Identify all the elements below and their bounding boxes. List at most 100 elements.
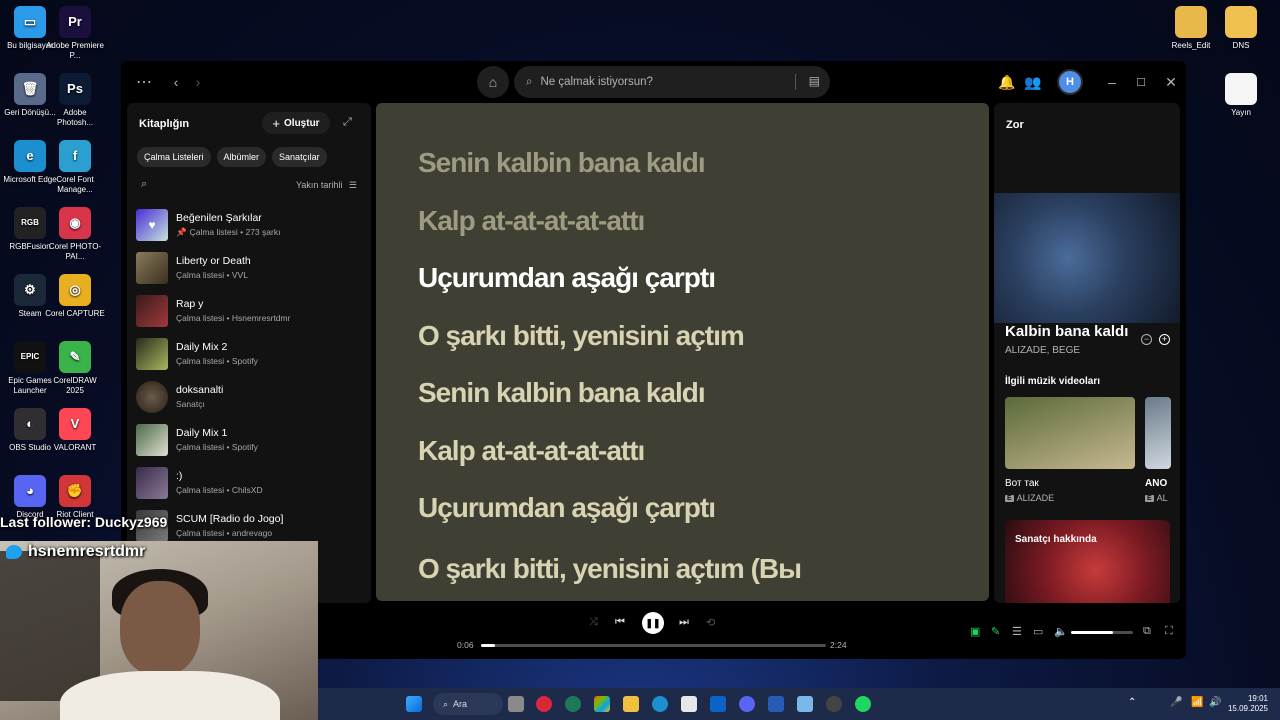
search-bar[interactable]: ⌕ Ne çalmak istiyorsun? ▤ (514, 66, 830, 98)
library-search-icon[interactable]: ⌕ (141, 178, 147, 191)
playlist-cover (136, 466, 168, 499)
forward-arrow-icon[interactable]: › (191, 73, 205, 91)
minimize-icon[interactable]: – (1105, 73, 1119, 91)
desktop-shortcut[interactable]: ◉ Corel PHOTO-PAI... (45, 207, 105, 262)
wifi-icon[interactable]: 📶 (1191, 697, 1203, 708)
sort-control[interactable]: Yakın tarihli ☰ (296, 180, 357, 191)
lyric-line[interactable]: Senin kalbin bana kaldı (418, 147, 706, 179)
file-explorer-icon[interactable] (623, 696, 639, 712)
task-view-icon[interactable] (508, 696, 524, 712)
shuffle-icon[interactable]: ⤨ (589, 616, 598, 629)
pause-button[interactable]: ❚❚ (642, 612, 664, 634)
folder-icon (1175, 6, 1207, 38)
microsoft-365-icon[interactable] (594, 696, 610, 712)
video-artist-name[interactable]: AL (1157, 493, 1168, 503)
library-item[interactable]: Daily Mix 2 Çalma listesi • Spotify (136, 332, 366, 375)
video-artist-name[interactable]: ALIZADE (1017, 493, 1055, 503)
lyrics-icon[interactable]: ✎ (991, 625, 1000, 638)
library-item[interactable]: Liberty or Death Çalma listesi • VVL (136, 246, 366, 289)
desktop-shortcut[interactable]: V VALORANT (45, 408, 105, 453)
speaker-icon[interactable]: 🔊 (1209, 697, 1221, 708)
library-item-subtitle-text: Sanatçı (176, 399, 205, 409)
lyric-line[interactable]: Kalp at-at-at-at-attı (418, 205, 645, 237)
track-title[interactable]: Kalbin bana kaldı (1005, 323, 1128, 340)
microphone-icon[interactable]: 🎤 (1170, 697, 1182, 708)
fullscreen-icon[interactable]: ⛶ (1165, 625, 1173, 638)
connect-device-icon[interactable]: ▭ (1033, 625, 1043, 638)
bell-icon[interactable]: 🔔 (998, 73, 1015, 91)
more-options-icon[interactable]: ⋯ (135, 73, 153, 91)
close-icon[interactable]: ✕ (1164, 73, 1178, 91)
opera-icon[interactable] (536, 696, 552, 712)
now-playing-panel: Zor Kalbin bana kaldı ALIZADE, BEGE − + … (994, 103, 1180, 603)
spotify-icon[interactable] (855, 696, 871, 712)
library-item[interactable]: Daily Mix 1 Çalma listesi • Spotify (136, 418, 366, 461)
chip-albums[interactable]: Albümler (216, 147, 267, 167)
back-arrow-icon[interactable]: ‹ (169, 73, 183, 91)
remove-circle-icon[interactable]: − (1141, 334, 1152, 345)
chip-playlists[interactable]: Çalma Listeleri (137, 147, 211, 167)
discord-icon[interactable] (739, 696, 755, 712)
add-circle-icon[interactable]: + (1159, 334, 1170, 345)
desktop-shortcut[interactable]: ◎ Corel CAPTURE (45, 274, 105, 319)
store-icon[interactable] (681, 696, 697, 712)
queue-icon[interactable]: ☰ (1012, 625, 1022, 638)
lyric-line[interactable]: O şarkı bitti, yenisini açtım (418, 320, 745, 352)
tray-chevron-icon[interactable]: ⌃ (1128, 697, 1136, 708)
search-icon: ⌕ (443, 698, 449, 709)
desktop-shortcut[interactable]: Pr Adobe Premiere P... (45, 6, 105, 61)
volume-icon[interactable]: 🔈 (1054, 625, 1068, 638)
video-thumbnail[interactable] (1005, 397, 1135, 469)
about-artist-card[interactable]: Sanatçı hakkında (1005, 520, 1170, 603)
monitor-icon: ▭ (14, 6, 46, 38)
home-button[interactable]: ⌂ (477, 66, 509, 98)
browse-icon[interactable]: ▤ (809, 74, 820, 88)
lyric-line[interactable]: Uçurumdan aşağı çarptı (418, 262, 716, 294)
library-item-subtitle-text: Çalma listesi • Hsnemresrtdmr (176, 313, 291, 323)
lyric-line[interactable]: Uçurumdan aşağı çarptı (418, 492, 716, 524)
taskbar-clock[interactable]: 19:01 15.09.2025 (1228, 694, 1268, 714)
lyric-line[interactable]: O şarkı bitti, yenisini açtım (Вы (418, 553, 802, 585)
desktop-shortcut[interactable]: ✎ CorelDRAW 2025 (45, 341, 105, 396)
lyric-line[interactable]: Senin kalbin bana kaldı (418, 377, 706, 409)
avatar[interactable]: H (1057, 69, 1083, 95)
app-icon[interactable] (565, 696, 581, 712)
create-button[interactable]: + Oluştur (262, 112, 330, 134)
library-item[interactable]: ♥ Beğenilen Şarkılar 📌 Çalma listesi • 273 … (136, 203, 366, 246)
edge-icon[interactable] (652, 696, 668, 712)
expand-icon[interactable]: ⤢ (343, 116, 352, 129)
obs-icon[interactable] (826, 696, 842, 712)
explicit-badge: E (1145, 494, 1154, 502)
repeat-icon[interactable]: ⟲ (706, 616, 715, 629)
friends-icon[interactable]: 👥 (1024, 73, 1041, 91)
video-thumbnail[interactable] (1145, 397, 1171, 469)
volume-slider[interactable] (1071, 631, 1133, 634)
elapsed-time: 0:06 (457, 640, 474, 650)
library-item-text: :) Çalma listesi • ChilsXD (176, 470, 263, 495)
notepad-icon[interactable] (797, 696, 813, 712)
previous-icon[interactable]: ⏮ (615, 616, 625, 629)
face (120, 581, 200, 676)
app-icon[interactable] (768, 696, 784, 712)
desktop-shortcut[interactable]: Ps Adobe Photosh... (45, 73, 105, 128)
video-title[interactable]: Вот так (1005, 478, 1039, 489)
lyric-line[interactable]: Kalp at-at-at-at-attı (418, 435, 645, 467)
video-title[interactable]: ANO (1145, 478, 1167, 489)
miniplayer-icon[interactable]: ⧉ (1143, 625, 1151, 638)
desktop-shortcut-label: Corel CAPTURE (45, 309, 105, 318)
chip-artists[interactable]: Sanatçılar (272, 147, 327, 167)
next-icon[interactable]: ⏭ (679, 616, 689, 629)
track-artists[interactable]: ALIZADE, BEGE (1005, 345, 1080, 356)
progress-bar[interactable] (481, 644, 826, 647)
library-item[interactable]: doksanalti Sanatçı (136, 375, 366, 418)
outlook-icon[interactable] (710, 696, 726, 712)
desktop-shortcut[interactable]: Yayın (1211, 73, 1271, 118)
maximize-icon[interactable]: ☐ (1134, 73, 1148, 91)
desktop-shortcut[interactable]: f Corel Font Manage... (45, 140, 105, 195)
library-item[interactable]: :) Çalma listesi • ChilsXD (136, 461, 366, 504)
start-icon[interactable] (406, 696, 422, 712)
taskbar-search[interactable]: ⌕ Ara (433, 693, 503, 715)
now-playing-view-icon[interactable]: ▣ (970, 625, 980, 638)
library-item[interactable]: Rap y Çalma listesi • Hsnemresrtdmr (136, 289, 366, 332)
desktop-shortcut[interactable]: DNS (1211, 6, 1271, 51)
